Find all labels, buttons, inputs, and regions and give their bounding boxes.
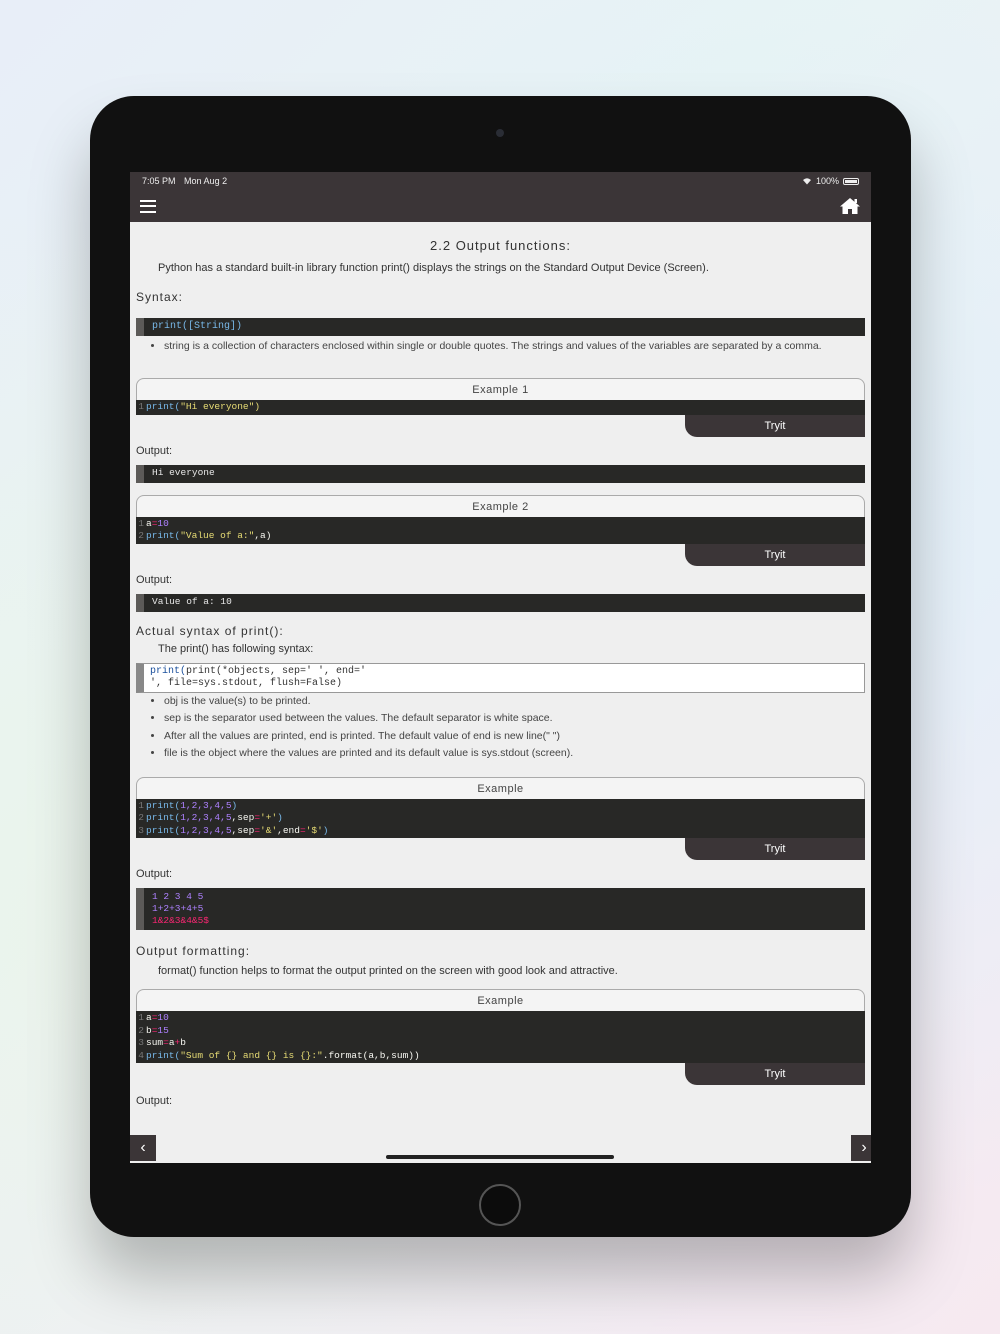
output-label: Output: [136,868,173,880]
syntax-heading: Syntax: [136,290,184,304]
battery-icon [843,177,859,185]
example-title: Example 2 [136,494,865,517]
actual-syntax-subtext: The print() has following syntax: [158,642,314,655]
tryit-button[interactable]: Tryit [685,543,865,566]
bullet-item: After all the values are printed, end is… [164,728,865,746]
output-label: Output: [136,1095,173,1107]
status-date: Mon Aug 2 [184,176,228,186]
output-block: Value of a: 10 [136,593,865,612]
app-screen: 7:05 PM Mon Aug 2 100% 2.2 Output functi… [130,172,871,1163]
bullet-item: obj is the value(s) to be printed. [164,693,865,711]
example-title: Example [136,989,865,1011]
page-title: 2.2 Output functions: [430,238,571,253]
camera-dot [496,129,504,137]
syntax-bullets: string is a collection of characters enc… [136,338,865,378]
bullet-item: sep is the separator used between the va… [164,710,865,728]
intro-text: Python has a standard built-in library f… [158,262,709,274]
home-icon[interactable] [839,197,861,215]
formatting-heading: Output formatting: [136,944,251,958]
example-title: Example 1 [136,378,865,400]
syntax-code: print([String]) [136,318,865,336]
output-line: Value of a: 10 [152,595,232,607]
actual-syntax-code: print(print(*objects, sep=' ', end=' ', … [136,662,865,693]
tryit-button[interactable]: Tryit [685,838,865,860]
chevron-left-icon[interactable]: ‹ [130,1135,156,1161]
output-line: 1 2 3 4 5 [152,891,204,902]
hamburger-icon[interactable] [140,199,156,213]
output-line: Hi everyone [152,466,215,478]
example-1: Example 1 1 print("Hi everyone") Tryit [136,378,865,437]
example-4: Example 1 a=10 2 b=15 3 sum=a+b 4 print("Sum… [136,989,865,1085]
status-time: 7:05 PM [142,176,176,186]
wifi-icon [802,178,811,185]
tryit-button[interactable]: Tryit [685,414,865,437]
output-block: Hi everyone [136,464,865,483]
nav-bar [130,190,871,222]
output-line: 1&2&3&4&5$ [152,915,210,926]
chevron-right-icon[interactable]: › [851,1135,871,1161]
example-2: Example 2 1 a=10 2 print("Value of a:",a) … [136,494,865,566]
tablet-frame: 7:05 PM Mon Aug 2 100% 2.2 Output functi… [90,96,911,1237]
example-code[interactable]: 1 print("Hi everyone") [136,400,865,415]
output-label: Output: [136,573,173,586]
tablet-home-button[interactable] [479,1184,521,1226]
example-code[interactable]: 1 a=10 2 b=15 3 sum=a+b 4 print("Sum of {} a… [136,1011,865,1063]
formatting-text: format() function helps to format the ou… [158,965,618,977]
actual-syntax-heading: Actual syntax of print(): [136,623,284,638]
bottom-nav: ‹ › [130,1129,871,1163]
example-code[interactable]: 1 print(1,2,3,4,5) 2 print(1,2,3,4,5,sep='… [136,798,865,838]
tryit-button[interactable]: Tryit [685,1063,865,1085]
home-indicator [386,1155,614,1159]
lesson-content: 2.2 Output functions: Python has a stand… [130,222,871,1163]
syntax-bullet: string is a collection of characters enc… [164,338,865,356]
output-label: Output: [136,444,173,457]
output-line: 1+2+3+4+5 [152,903,204,914]
battery-percent: 100% [815,176,839,186]
example-code[interactable]: 1 a=10 2 print("Value of a:",a) [136,516,865,544]
output-block: 1 2 3 4 5 1+2+3+4+5 1&2&3&4&5$ [136,888,865,930]
example-3: Example 1 print(1,2,3,4,5) 2 print(1,2,3,4… [136,776,865,860]
bullet-item: file is the object where the values are … [164,745,865,763]
example-title: Example [136,776,865,799]
status-bar: 7:05 PM Mon Aug 2 100% [130,172,871,190]
actual-syntax-bullets: obj is the value(s) to be printed. sep i… [136,693,865,771]
